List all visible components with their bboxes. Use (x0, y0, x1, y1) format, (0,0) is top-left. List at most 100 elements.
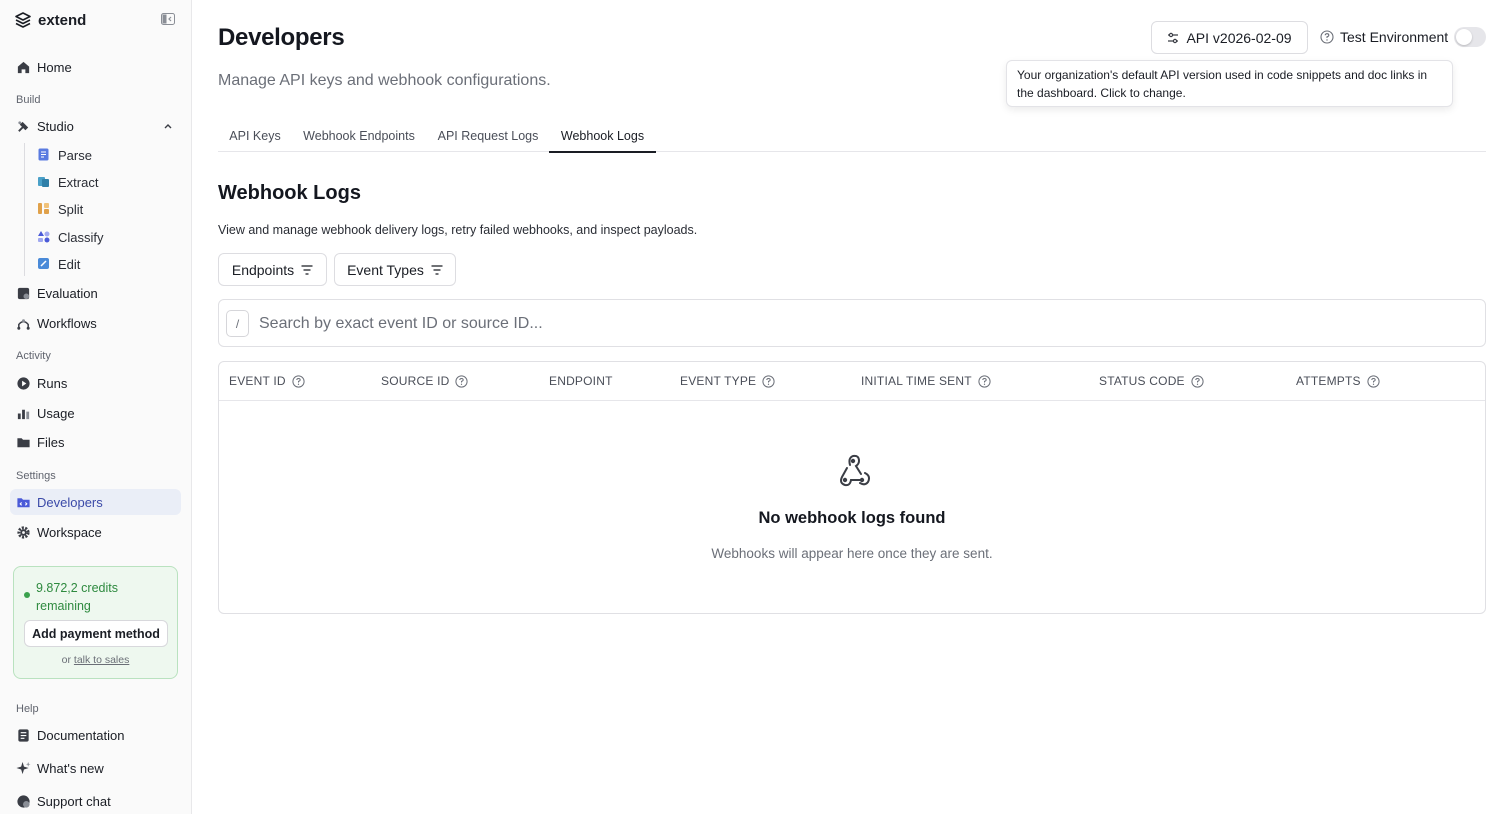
column-label: EVENT ID (229, 374, 286, 388)
credits-remaining-text: 9.872,2 credits remaining (36, 581, 118, 613)
classify-icon (37, 230, 51, 244)
sidebar-item-label: Home (37, 59, 72, 75)
sidebar-item-edit[interactable]: Edit (37, 252, 177, 276)
keyboard-shortcut-hint: / (226, 310, 249, 337)
sidebar-item-parse[interactable]: Parse (37, 143, 177, 167)
section-label-build: Build (16, 94, 41, 106)
filter-label: Endpoints (231, 261, 295, 278)
split-icon (37, 202, 51, 216)
test-environment-label: Test Environment (1340, 29, 1449, 45)
column-header-event-type[interactable]: EVENT TYPE (680, 374, 775, 388)
column-label: ENDPOINT (549, 374, 613, 388)
sidebar-item-runs[interactable]: Runs (10, 370, 181, 396)
sidebar-item-whats-new[interactable]: What's new (10, 755, 181, 781)
sidebar-item-usage[interactable]: Usage (10, 400, 181, 426)
empty-state-subtitle: Webhooks will appear here once they are … (711, 546, 993, 561)
parse-icon (37, 148, 51, 162)
sidebar-item-label: Extract (58, 174, 99, 190)
search-bar: / (218, 299, 1486, 347)
sidebar-item-extract[interactable]: Extract (37, 170, 177, 194)
filter-icon (301, 264, 313, 275)
table-header: EVENT ID SOURCE ID ENDPOINT EVENT TYPE I… (219, 362, 1485, 401)
webhook-icon (840, 454, 870, 487)
sidebar-item-home[interactable]: Home (10, 54, 181, 80)
sidebar-item-label: Studio (37, 118, 74, 134)
page-title: Developers (218, 24, 345, 51)
api-version-tooltip: Your organization's default API version … (1006, 60, 1453, 107)
column-header-attempts[interactable]: ATTEMPTS (1296, 374, 1380, 388)
column-label: STATUS CODE (1099, 374, 1185, 388)
sidebar-item-label: Support chat (37, 793, 111, 809)
extract-icon (37, 175, 51, 189)
filter-icon (431, 264, 443, 275)
tab-webhook-logs[interactable]: Webhook Logs (549, 120, 656, 153)
section-label-settings: Settings (16, 470, 56, 482)
tab-api-request-logs[interactable]: API Request Logs (426, 120, 550, 152)
sparkle-icon (15, 760, 31, 776)
sidebar-item-label: Split (58, 201, 84, 217)
or-text: or (61, 654, 71, 666)
talk-to-sales-link[interactable]: talk to sales (74, 654, 129, 666)
chat-icon (15, 793, 31, 809)
empty-state-title: No webhook logs found (758, 509, 946, 527)
api-version-button[interactable]: API v2026-02-09 (1151, 21, 1308, 54)
sidebar-item-developers[interactable]: Developers (10, 489, 181, 515)
section-label-help: Help (16, 703, 39, 715)
help-circle-icon[interactable] (292, 374, 305, 388)
help-circle-icon[interactable] (762, 374, 775, 388)
sidebar-item-evaluation[interactable]: Evaluation (10, 280, 181, 306)
sidebar-item-label: Documentation (37, 727, 125, 743)
sidebar-item-label: Developers (37, 494, 103, 510)
column-label: EVENT TYPE (680, 374, 757, 388)
webhook-logs-table: EVENT ID SOURCE ID ENDPOINT EVENT TYPE I… (218, 361, 1486, 614)
column-header-endpoint[interactable]: ENDPOINT (549, 374, 613, 388)
sidebar-item-split[interactable]: Split (37, 197, 177, 221)
sidebar-item-workflows[interactable]: Workflows (10, 310, 181, 336)
column-header-initial-time-sent[interactable]: INITIAL TIME SENT (861, 374, 991, 388)
folder-icon (15, 434, 31, 450)
column-label: ATTEMPTS (1296, 374, 1361, 388)
sidebar-item-files[interactable]: Files (10, 429, 181, 455)
workflows-icon (15, 315, 31, 331)
column-header-source-id[interactable]: SOURCE ID (381, 374, 469, 388)
help-circle-icon[interactable] (978, 374, 991, 388)
credits-status-dot (24, 592, 30, 598)
endpoints-filter-button[interactable]: Endpoints (218, 253, 327, 286)
sidebar: extend Home Build Studio Parse Extract S… (0, 0, 192, 814)
column-header-status-code[interactable]: STATUS CODE (1099, 374, 1204, 388)
api-version-label: API v2026-02-09 (1186, 29, 1292, 46)
help-circle-icon[interactable] (1320, 30, 1334, 44)
search-input[interactable] (259, 310, 1459, 337)
column-header-event-id[interactable]: EVENT ID (229, 374, 305, 388)
test-environment-toggle[interactable] (1454, 27, 1486, 47)
sidebar-item-classify[interactable]: Classify (37, 225, 177, 249)
credits-card: 9.872,2 credits remaining Add payment me… (13, 566, 178, 679)
add-payment-method-button[interactable]: Add payment method (24, 620, 168, 647)
help-circle-icon[interactable] (1367, 374, 1380, 388)
documentation-icon (15, 727, 31, 743)
test-environment-control: Test Environment (1320, 28, 1448, 46)
home-icon (15, 59, 31, 75)
help-circle-icon[interactable] (455, 374, 469, 388)
sidebar-collapse-icon[interactable] (161, 13, 175, 25)
sidebar-item-label: Parse (58, 147, 92, 163)
developer-tabs: API Keys Webhook Endpoints API Request L… (218, 120, 1486, 153)
sidebar-item-workspace[interactable]: Workspace (10, 519, 181, 545)
help-circle-icon[interactable] (1191, 374, 1204, 388)
page-subtitle: Manage API keys and webhook configuratio… (218, 72, 551, 89)
column-label: SOURCE ID (381, 374, 450, 388)
sidebar-item-documentation[interactable]: Documentation (10, 722, 181, 748)
toggle-knob (1456, 29, 1472, 45)
brand-logo[interactable]: extend (14, 11, 86, 29)
sidebar-item-label: Runs (37, 375, 68, 391)
submenu-guide-line (24, 143, 25, 276)
chevron-up-icon[interactable] (163, 121, 173, 131)
tab-api-keys[interactable]: API Keys (218, 120, 292, 152)
column-label: INITIAL TIME SENT (861, 374, 972, 388)
tab-webhook-endpoints[interactable]: Webhook Endpoints (292, 120, 426, 152)
developers-icon (15, 494, 31, 510)
sidebar-item-studio[interactable]: Studio (10, 113, 181, 139)
sidebar-item-label: Files (37, 434, 65, 450)
event-types-filter-button[interactable]: Event Types (334, 253, 456, 286)
sidebar-item-support-chat[interactable]: Support chat (10, 788, 181, 814)
